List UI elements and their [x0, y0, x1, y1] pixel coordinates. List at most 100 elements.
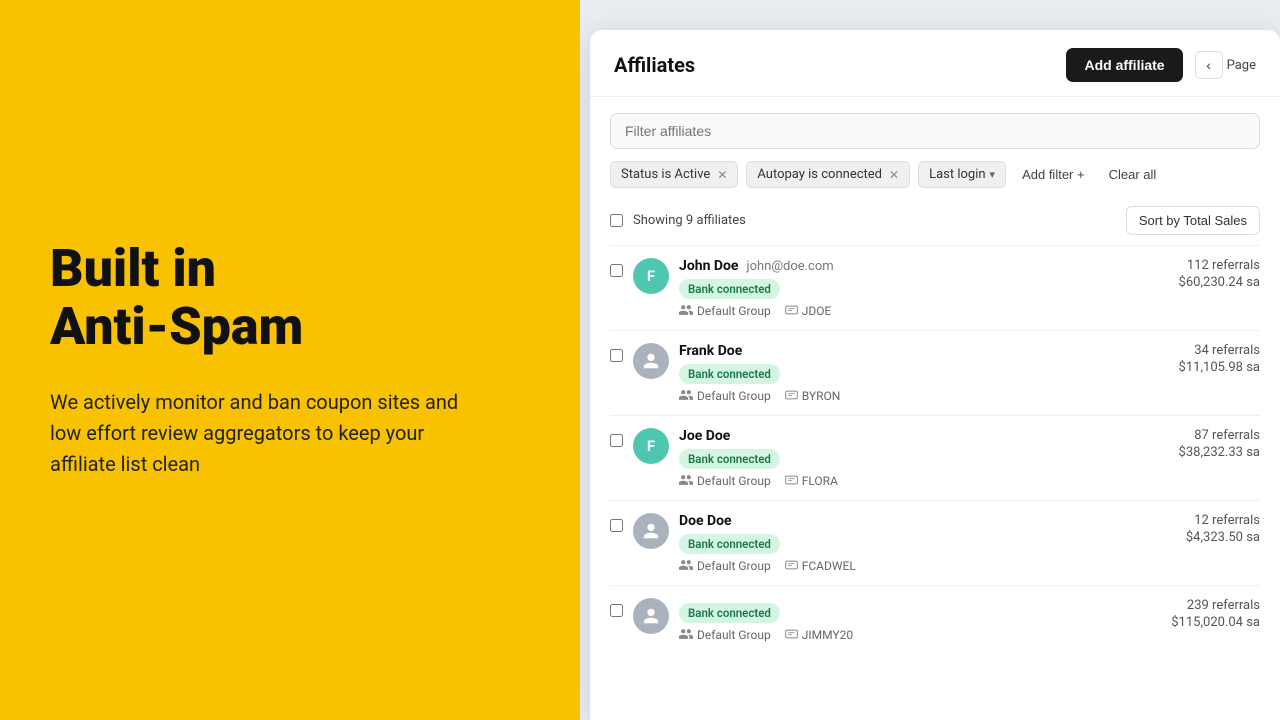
code-item: JIMMY20 — [785, 628, 853, 642]
app-window: Affiliates Add affiliate ‹ Page Status i… — [590, 30, 1280, 720]
filter-autopay[interactable]: Autopay is connected ✕ — [746, 161, 910, 188]
affiliate-info: Frank Doe Bank connected Default Group — [679, 343, 1090, 403]
referrals-count: 34 referrals — [1194, 343, 1260, 358]
group-icon — [679, 304, 693, 318]
showing-count-label: Showing 9 affiliates — [633, 213, 746, 228]
group-label: Default Group — [697, 628, 771, 642]
avatar — [633, 598, 669, 634]
affiliate-stats: 239 referrals $115,020.04 sa — [1100, 598, 1260, 630]
avatar: F — [633, 428, 669, 464]
avatar — [633, 343, 669, 379]
affiliate-name-row: Joe Doe — [679, 428, 1090, 444]
select-all-checkbox[interactable] — [610, 214, 623, 227]
bank-connected-badge: Bank connected — [679, 603, 780, 623]
affiliate-row: Bank connected Default Group — [610, 585, 1260, 654]
group-item: Default Group — [679, 559, 771, 573]
filter-status-active[interactable]: Status is Active ✕ — [610, 161, 738, 188]
app-header: Affiliates Add affiliate ‹ Page — [590, 30, 1280, 97]
affiliate-meta: Default Group FCADWEL — [679, 559, 1090, 573]
affiliate-code: FCADWEL — [802, 559, 856, 573]
affiliate-stats: 12 referrals $4,323.50 sa — [1100, 513, 1260, 545]
sales-amount: $11,105.98 sa — [1179, 360, 1260, 375]
person-icon — [642, 607, 660, 625]
affiliate-email: john@doe.com — [746, 259, 833, 274]
affiliate-meta: Default Group BYRON — [679, 389, 1090, 403]
affiliate-stats: 87 referrals $38,232.33 sa — [1100, 428, 1260, 460]
showing-count: Showing 9 affiliates — [610, 213, 746, 228]
affiliate-meta: Default Group JDOE — [679, 304, 1090, 318]
group-icon — [679, 474, 693, 488]
group-item: Default Group — [679, 628, 771, 642]
affiliate-name: John Doe — [679, 258, 738, 274]
filter-autopay-label: Autopay is connected — [757, 167, 882, 182]
sort-button[interactable]: Sort by Total Sales — [1126, 206, 1260, 235]
code-icon — [785, 559, 798, 573]
group-label: Default Group — [697, 304, 771, 318]
affiliate-name: Doe Doe — [679, 513, 732, 529]
code-icon — [785, 628, 798, 642]
affiliate-stats: 112 referrals $60,230.24 sa — [1100, 258, 1260, 290]
affiliate-name-row: Doe Doe — [679, 513, 1090, 529]
code-item: FLORA — [785, 474, 838, 488]
group-item: Default Group — [679, 304, 771, 318]
affiliate-row: Doe Doe Bank connected Default Group — [610, 500, 1260, 585]
filter-last-login[interactable]: Last login ▾ — [918, 161, 1006, 188]
person-icon — [642, 522, 660, 540]
bank-connected-badge: Bank connected — [679, 364, 780, 384]
app-content: Status is Active ✕ Autopay is connected … — [590, 97, 1280, 654]
affiliates-list: F John Doe john@doe.com Bank connected D… — [610, 245, 1260, 654]
add-filter-button[interactable]: Add filter + — [1014, 162, 1093, 187]
pagination-controls: ‹ Page — [1195, 51, 1256, 79]
referrals-count: 112 referrals — [1187, 258, 1260, 273]
group-icon — [679, 389, 693, 403]
group-icon — [679, 559, 693, 573]
clear-all-button[interactable]: Clear all — [1101, 162, 1165, 187]
affiliate-stats: 34 referrals $11,105.98 sa — [1100, 343, 1260, 375]
row-checkbox[interactable] — [610, 264, 623, 277]
affiliate-meta: Default Group FLORA — [679, 474, 1090, 488]
avatar: F — [633, 258, 669, 294]
bank-connected-badge: Bank connected — [679, 534, 780, 554]
group-label: Default Group — [697, 474, 771, 488]
page-label: Page — [1227, 58, 1256, 73]
affiliate-code: JIMMY20 — [802, 628, 853, 642]
affiliate-info: Joe Doe Bank connected Default Group — [679, 428, 1090, 488]
code-icon — [785, 474, 798, 488]
row-checkbox[interactable] — [610, 604, 623, 617]
prev-page-button[interactable]: ‹ — [1195, 51, 1223, 79]
sales-amount: $115,020.04 sa — [1171, 615, 1260, 630]
affiliate-info: John Doe john@doe.com Bank connected Def… — [679, 258, 1090, 318]
affiliate-name: Frank Doe — [679, 343, 742, 359]
group-label: Default Group — [697, 559, 771, 573]
referrals-count: 87 referrals — [1194, 428, 1260, 443]
add-affiliate-button[interactable]: Add affiliate — [1066, 48, 1182, 82]
bank-connected-badge: Bank connected — [679, 449, 780, 469]
row-checkbox[interactable] — [610, 349, 623, 362]
affiliate-code: JDOE — [802, 304, 832, 318]
person-icon — [642, 352, 660, 370]
group-icon — [679, 628, 693, 642]
affiliate-name: Joe Doe — [679, 428, 730, 444]
row-checkbox[interactable] — [610, 519, 623, 532]
subtext: We actively monitor and ban coupon sites… — [50, 387, 480, 480]
app-title: Affiliates — [614, 53, 695, 77]
code-icon — [785, 389, 798, 403]
affiliate-row: Frank Doe Bank connected Default Group — [610, 330, 1260, 415]
referrals-count: 12 referrals — [1194, 513, 1260, 528]
filter-autopay-close[interactable]: ✕ — [889, 168, 899, 182]
affiliate-name-row: Frank Doe — [679, 343, 1090, 359]
table-header: Showing 9 affiliates Sort by Total Sales — [610, 202, 1260, 245]
bank-connected-badge: Bank connected — [679, 279, 780, 299]
header-right: Add affiliate ‹ Page — [1066, 48, 1256, 82]
affiliate-code: FLORA — [802, 474, 838, 488]
sales-amount: $38,232.33 sa — [1179, 445, 1260, 460]
row-checkbox[interactable] — [610, 434, 623, 447]
search-input[interactable] — [610, 113, 1260, 149]
code-item: JDOE — [785, 304, 832, 318]
affiliate-name-row: John Doe john@doe.com — [679, 258, 1090, 274]
left-panel: Built in Anti-Spam We actively monitor a… — [0, 0, 580, 720]
affiliate-row: F John Doe john@doe.com Bank connected D… — [610, 245, 1260, 330]
filter-status-active-label: Status is Active — [621, 167, 710, 182]
filter-status-active-close[interactable]: ✕ — [717, 168, 727, 182]
code-item: BYRON — [785, 389, 841, 403]
